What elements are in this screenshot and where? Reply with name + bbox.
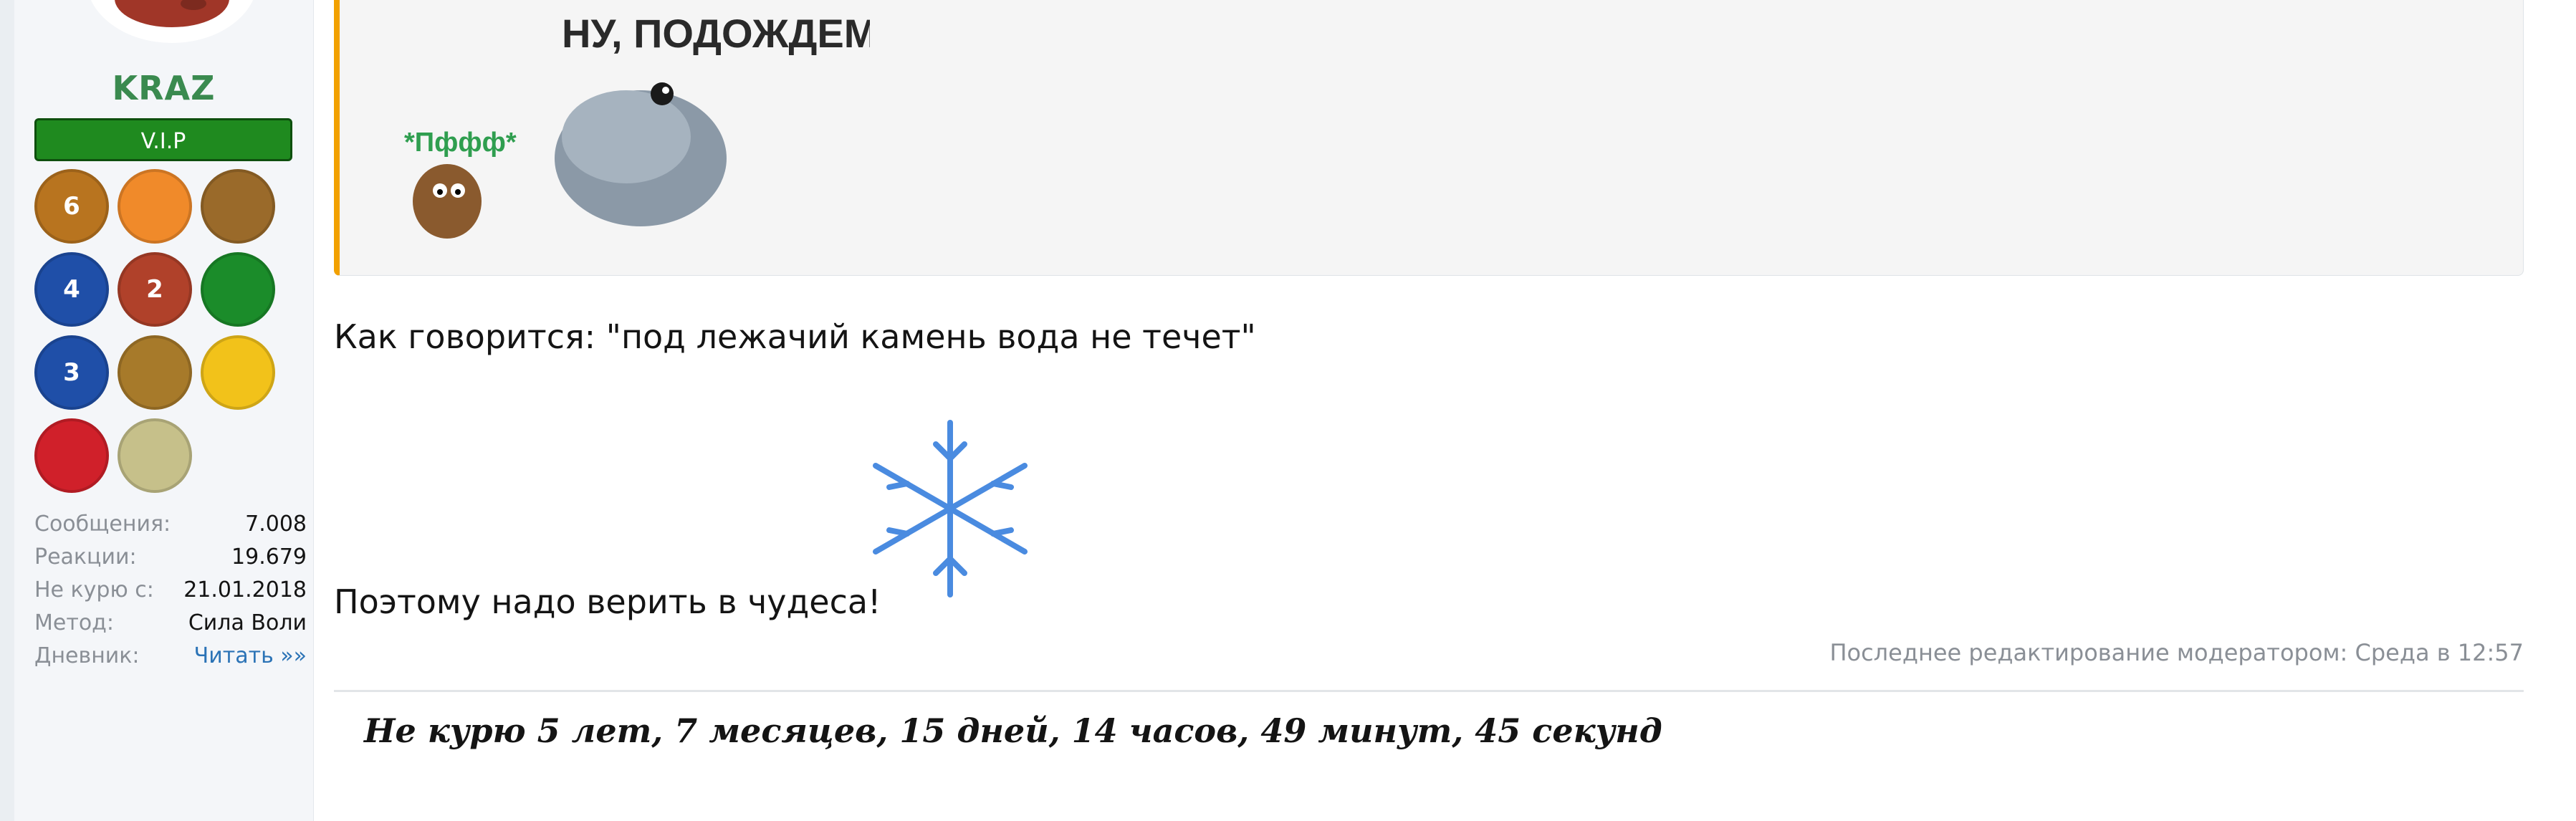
stat-row-quit-date: Не курю с: 21.01.2018 — [34, 573, 307, 606]
quote-block: НУ, ПОДОЖДЕМ... *Пффф* — [334, 0, 2524, 276]
username[interactable]: KRAZ — [14, 69, 313, 107]
trophy-label: 3 — [63, 358, 80, 387]
post-content: НУ, ПОДОЖДЕМ... *Пффф* Как говорится: "п… — [334, 0, 2524, 821]
mountain-6-stars-icon[interactable]: 6 — [34, 169, 109, 244]
cartoon-character-icon[interactable] — [118, 418, 192, 493]
signature-divider — [334, 690, 2524, 692]
user-stats: Сообщения: 7.008 Реакции: 19.679 Не курю… — [34, 507, 307, 672]
sticker-image: НУ, ПОДОЖДЕМ... *Пффф* — [404, 11, 870, 239]
sticker-small-caption: *Пффф* — [404, 128, 517, 158]
people-3-blue-icon[interactable]: 3 — [34, 335, 109, 410]
laurel-stars-gold-icon[interactable] — [201, 169, 275, 244]
trophy-label: 4 — [63, 275, 80, 304]
stat-row-reactions: Реакции: 19.679 — [34, 540, 307, 573]
stat-key: Дневник: — [34, 643, 140, 668]
trophy-label: 2 — [146, 275, 163, 304]
user-title-badge: V.I.P — [34, 118, 292, 161]
stat-row-method: Метод: Сила Воли — [34, 606, 307, 639]
stat-key: Метод: — [34, 610, 115, 635]
suitcase-2-icon[interactable]: 2 — [118, 252, 192, 327]
stat-key: Реакции: — [34, 544, 137, 570]
post-text-line-2: Поэтому надо верить в чудеса! — [334, 582, 881, 621]
snowflake-icon — [873, 420, 1028, 597]
stat-value: 21.01.2018 — [183, 577, 307, 602]
stat-row-messages: Сообщения: 7.008 — [34, 507, 307, 540]
diary-link[interactable]: Читать »» — [194, 643, 307, 668]
left-gutter — [0, 0, 14, 821]
medal-ribbon-icon[interactable] — [201, 335, 275, 410]
stat-value: 7.008 — [245, 511, 307, 537]
stat-key: Не курю с: — [34, 577, 154, 602]
no-alcohol-icon[interactable] — [34, 418, 109, 493]
trophy-label: 6 — [63, 192, 80, 221]
stat-key: Сообщения: — [34, 511, 171, 537]
sticker-caption: НУ, ПОДОЖДЕМ... — [562, 11, 870, 56]
post-text-line-1: Как говорится: "под лежачий камень вода … — [334, 317, 1256, 356]
people-4-blue-icon[interactable]: 4 — [34, 252, 109, 327]
green-medal-people-icon[interactable] — [201, 252, 275, 327]
people-circle-orange-icon[interactable] — [118, 169, 192, 244]
stat-row-diary: Дневник: Читать »» — [34, 639, 307, 672]
user-sidebar: KRAZ V.I.P 6 4 2 3 Сообщения: 7.008 Реакции… — [14, 0, 314, 821]
stat-value: Сила Воли — [188, 610, 307, 635]
edited-note: Последнее редактирование модератором: Ср… — [1829, 639, 2524, 666]
stat-value: 19.679 — [231, 544, 307, 570]
book-stars-gold-icon[interactable] — [118, 335, 192, 410]
signature: Не курю 5 лет, 7 месяцев, 15 дней, 14 ча… — [364, 711, 1662, 750]
avatar[interactable] — [86, 0, 258, 43]
